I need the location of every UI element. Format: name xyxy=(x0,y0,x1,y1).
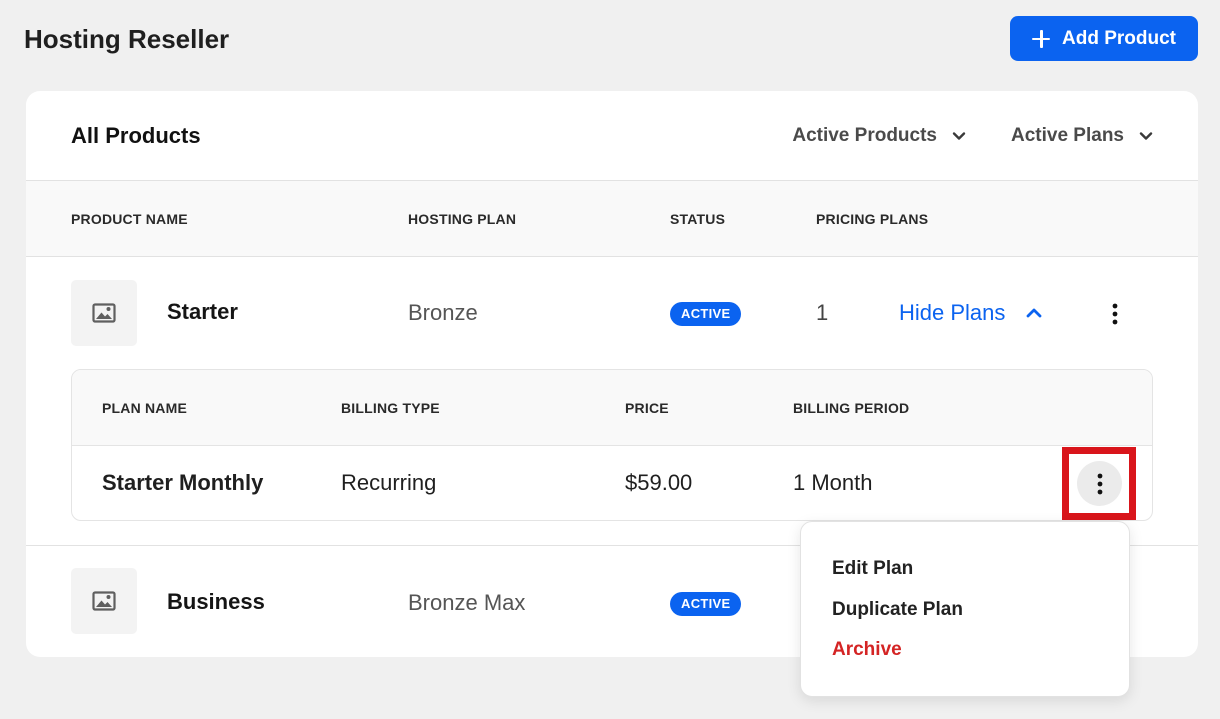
filter-active-products[interactable]: Active Products xyxy=(792,125,967,147)
column-header-billing-period: BILLING PERIOD xyxy=(793,400,910,416)
hide-plans-label: Hide Plans xyxy=(899,300,1006,325)
chevron-down-icon xyxy=(952,131,966,140)
add-product-label: Add Product xyxy=(1062,27,1176,49)
filter-label: Active Products xyxy=(792,124,937,146)
filter-active-plans[interactable]: Active Plans xyxy=(1011,125,1154,147)
column-header-plan-name: PLAN NAME xyxy=(102,400,188,416)
product-more-button[interactable] xyxy=(1102,301,1128,327)
menu-item-duplicate-plan[interactable]: Duplicate Plan xyxy=(832,599,963,621)
column-header-pricing-plans: PRICING PLANS xyxy=(816,211,929,227)
add-product-button[interactable]: Add Product xyxy=(1010,16,1198,61)
column-header-billing-type: BILLING TYPE xyxy=(341,400,440,416)
plus-icon xyxy=(1032,29,1050,48)
vertical-ellipsis-icon xyxy=(1112,303,1118,325)
page-title: Hosting Reseller xyxy=(24,24,230,54)
chevron-up-icon xyxy=(1026,308,1042,318)
column-header-price: PRICE xyxy=(625,400,669,416)
column-header-hosting-plan: HOSTING PLAN xyxy=(408,211,517,227)
product-name[interactable]: Starter xyxy=(167,299,238,325)
products-table-header: PRODUCT NAME HOSTING PLAN STATUS PRICING… xyxy=(26,181,1198,257)
status-badge: ACTIVE xyxy=(670,302,742,326)
image-icon xyxy=(92,591,116,611)
plans-table-header: PLAN NAME BILLING TYPE PRICE BILLING PER… xyxy=(72,370,1152,446)
menu-item-archive[interactable]: Archive xyxy=(832,639,902,661)
hosting-plan-value: Bronze xyxy=(408,300,478,325)
card-title: All Products xyxy=(71,122,201,148)
product-thumbnail xyxy=(71,568,137,634)
plan-row: Starter Monthly Recurring $59.00 1 Month xyxy=(72,446,1152,520)
billing-period: 1 Month xyxy=(793,470,873,495)
plan-name: Starter Monthly xyxy=(102,470,264,495)
hosting-plan-value: Bronze Max xyxy=(408,590,526,615)
hide-plans-toggle[interactable]: Hide Plans xyxy=(899,300,1043,326)
product-thumbnail xyxy=(71,280,137,346)
plan-context-menu: Edit Plan Duplicate Plan Archive xyxy=(800,521,1130,697)
column-header-product-name: PRODUCT NAME xyxy=(71,211,188,227)
product-name[interactable]: Business xyxy=(167,589,265,615)
menu-item-edit-plan[interactable]: Edit Plan xyxy=(832,558,913,580)
plan-price: $59.00 xyxy=(625,470,693,495)
filter-label: Active Plans xyxy=(1011,124,1124,146)
product-row-starter: Starter Bronze ACTIVE 1 Hide Plans xyxy=(26,257,1198,369)
plan-more-button[interactable] xyxy=(1077,461,1122,506)
chevron-down-icon xyxy=(1139,131,1153,140)
status-badge: ACTIVE xyxy=(670,592,742,616)
pricing-plans-count: 1 xyxy=(816,300,829,325)
image-icon xyxy=(92,303,116,323)
vertical-ellipsis-icon xyxy=(1097,473,1102,494)
column-header-status: STATUS xyxy=(670,211,726,227)
pricing-plans-table: PLAN NAME BILLING TYPE PRICE BILLING PER… xyxy=(71,369,1153,521)
card-header: All Products Active Products Active Plan… xyxy=(26,91,1198,181)
billing-type: Recurring xyxy=(341,470,437,495)
filters: Active Products Active Plans xyxy=(792,125,1154,147)
